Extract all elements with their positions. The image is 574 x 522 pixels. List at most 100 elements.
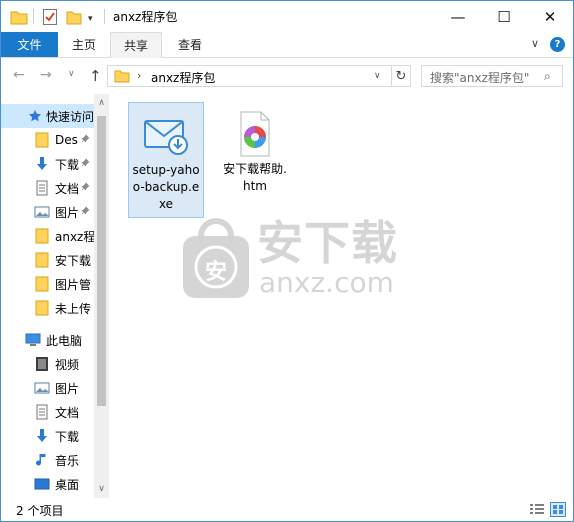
search-placeholder: 搜索"anxz程序包": [430, 71, 530, 85]
address-field[interactable]: › anxz程序包 ∨ ↻: [107, 65, 411, 87]
nav-item-label: 桌面: [55, 477, 80, 492]
computer-icon: [25, 332, 41, 348]
nav-item-quick-access[interactable]: 快速访问: [1, 104, 94, 128]
pin-icon: [81, 134, 90, 146]
nav-item-desktop[interactable]: 桌面: [1, 472, 94, 496]
nav-item-label: anxz程: [55, 229, 94, 244]
nav-item-label: 视频: [55, 357, 80, 372]
folder-icon[interactable]: [10, 8, 28, 26]
nav-item-label: Des: [55, 133, 78, 147]
pin-icon: [81, 158, 90, 170]
nav-item-pictures-pinned[interactable]: 图片: [1, 200, 94, 224]
status-bar: 2 个项目: [1, 498, 573, 521]
nav-item-documents[interactable]: 文档: [1, 400, 94, 424]
file-item-help-htm[interactable]: 安下载帮助.htm: [217, 102, 293, 199]
nav-item-videos[interactable]: 视频: [1, 352, 94, 376]
large-icons-view-icon[interactable]: [550, 502, 566, 517]
shopping-bag-logo: 安: [179, 214, 253, 300]
pin-icon: [81, 182, 90, 194]
envelope-download-icon: [142, 111, 190, 159]
search-input[interactable]: 搜索"anxz程序包" ⌕: [421, 65, 563, 87]
nav-item-label: 此电脑: [46, 333, 83, 348]
nav-item-label: 未上传: [55, 301, 92, 316]
minimize-button[interactable]: —: [435, 1, 481, 32]
file-name: 安下载帮助.htm: [223, 162, 287, 193]
watermark-subtitle: anxz.com: [259, 266, 394, 299]
nav-item-label: 图片: [55, 381, 80, 396]
folder-icon: [114, 69, 130, 86]
nav-item-label: 图片管: [55, 277, 92, 292]
tab-view[interactable]: 查看: [162, 32, 218, 57]
address-dropdown-icon[interactable]: ∨: [374, 71, 381, 81]
document-icon: [34, 180, 50, 196]
nav-item-label: 下载: [55, 429, 80, 444]
search-icon[interactable]: ⌕: [544, 69, 551, 84]
nav-item-label: 文档: [55, 181, 80, 196]
watermark: 安 安下载 anxz.com: [179, 214, 399, 304]
pin-icon: [81, 206, 90, 218]
download-arrow-icon: [34, 428, 50, 444]
nav-item-documents-pinned[interactable]: 文档: [1, 176, 94, 200]
tab-file[interactable]: 文件: [1, 32, 58, 57]
breadcrumb-current[interactable]: anxz程序包: [151, 69, 215, 86]
scroll-up-button[interactable]: ∧: [94, 96, 109, 110]
nav-item-label: 安下载: [55, 253, 92, 268]
navigation-bar: ← → ∨ ↑ › anxz程序包 ∨ ↻ 搜索"anxz程序包" ⌕: [1, 59, 573, 94]
scrollbar-thumb[interactable]: [97, 116, 106, 406]
folder-icon: [34, 300, 50, 316]
nav-item-label: 下载: [55, 157, 80, 172]
nav-item-music[interactable]: 音乐: [1, 448, 94, 472]
nav-item-anxiazai-folder[interactable]: 安下载: [1, 248, 94, 272]
explorer-window: ▾ anxz程序包 — ☐ ✕ 文件 主页 共享 查看 ∨ ? ← → ∨ ↑ …: [0, 0, 574, 522]
video-icon: [34, 356, 50, 372]
nav-item-label: 文档: [55, 405, 80, 420]
nav-item-pictures[interactable]: 图片: [1, 376, 94, 400]
nav-item-this-pc[interactable]: 此电脑: [1, 328, 94, 352]
watermark-badge: 安: [205, 260, 228, 285]
scroll-down-button[interactable]: ∨: [94, 482, 109, 496]
maximize-button[interactable]: ☐: [481, 1, 527, 32]
music-note-icon: [34, 452, 50, 468]
toolbar-separator: [104, 9, 105, 24]
close-button[interactable]: ✕: [527, 1, 573, 32]
back-button[interactable]: ←: [13, 67, 25, 83]
star-icon: [27, 108, 43, 124]
tab-share[interactable]: 共享: [110, 32, 162, 58]
folder-icon: [34, 228, 50, 244]
expand-ribbon-icon[interactable]: ∨: [531, 37, 539, 50]
nav-item-downloads[interactable]: 下载: [1, 424, 94, 448]
ribbon-tabs: 文件 主页 共享 查看 ∨ ?: [1, 32, 573, 58]
nav-item-picture-manager-folder[interactable]: 图片管: [1, 272, 94, 296]
picture-icon: [34, 204, 50, 220]
picture-icon: [34, 380, 50, 396]
nav-item-label: 快速访问: [46, 109, 94, 124]
nav-item-not-uploaded-folder[interactable]: 未上传: [1, 296, 94, 320]
customize-dropdown-icon[interactable]: ▾: [88, 10, 93, 28]
item-count: 2 个项目: [16, 504, 64, 518]
document-icon: [34, 404, 50, 420]
forward-button[interactable]: →: [40, 67, 52, 83]
file-item-setup-exe[interactable]: setup-yahoo-backup.exe: [128, 102, 204, 218]
toolbar-separator: [33, 9, 34, 24]
refresh-button[interactable]: ↻: [391, 66, 410, 86]
nav-item-label: 图片: [55, 205, 80, 220]
download-arrow-icon: [34, 156, 50, 172]
tab-home[interactable]: 主页: [58, 32, 110, 57]
details-view-icon[interactable]: [529, 503, 545, 516]
watermark-title: 安下载: [257, 216, 398, 270]
breadcrumb-separator[interactable]: ›: [137, 69, 141, 82]
up-button[interactable]: ↑: [89, 67, 102, 85]
nav-pane-scrollbar[interactable]: ∧ ∨: [94, 94, 109, 498]
html-document-icon: [231, 110, 279, 158]
desktop-icon: [34, 476, 50, 492]
folder-icon: [34, 132, 50, 148]
help-icon[interactable]: ?: [550, 37, 565, 52]
properties-check-icon[interactable]: [42, 8, 58, 26]
nav-item-downloads-pinned[interactable]: 下载: [1, 152, 94, 176]
file-name: setup-yahoo-backup.exe: [132, 163, 200, 211]
nav-item-anxz-folder[interactable]: anxz程: [1, 224, 94, 248]
title-bar: ▾ anxz程序包 — ☐ ✕: [1, 1, 573, 32]
nav-item-desktop-pinned[interactable]: Des: [1, 128, 94, 152]
recent-locations-dropdown[interactable]: ∨: [68, 69, 75, 79]
new-folder-icon[interactable]: [66, 8, 82, 26]
